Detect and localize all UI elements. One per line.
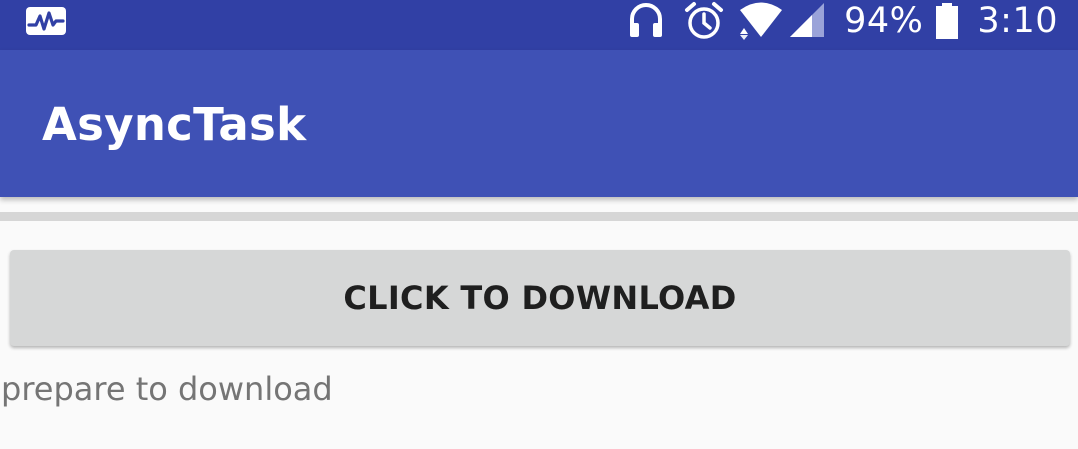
download-button[interactable]: CLICK TO DOWNLOAD (10, 250, 1070, 346)
clock-time: 3:10 (977, 1, 1058, 41)
cell-signal-icon (790, 3, 825, 37)
battery-percent: 94% (844, 1, 924, 41)
app-toolbar: AsyncTask (0, 50, 1078, 197)
app-title: AsyncTask (42, 98, 307, 151)
status-message: prepare to download (1, 370, 333, 408)
wifi-icon (740, 2, 783, 40)
status-bar: 94% 3:10 (0, 0, 1078, 50)
activity-pulse-icon (26, 7, 66, 35)
battery-icon (936, 3, 959, 39)
headphones-icon (630, 3, 663, 37)
alarm-clock-icon (685, 2, 724, 39)
download-progress-bar (0, 212, 1078, 221)
